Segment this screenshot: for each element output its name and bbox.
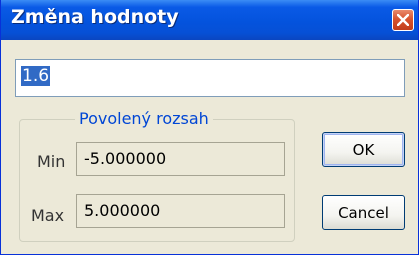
max-value-field: 5.000000 [76,194,285,228]
dialog-title: Změna hodnoty [11,6,179,28]
allowed-range-legend: Povolený rozsah [75,109,213,128]
allowed-range-group: Povolený rozsah Min -5.000000 Max 5.0000… [19,109,295,242]
ok-button[interactable]: OK [322,132,405,167]
min-value-field: -5.000000 [76,142,285,176]
close-icon [397,14,409,26]
value-selected-text: 1.6 [21,66,51,86]
dialog-window: Změna hodnoty 1.6 Povolený rozsah Min -5… [0,0,419,255]
close-button[interactable] [392,9,414,31]
min-label: Min [37,152,66,171]
value-input[interactable]: 1.6 [15,59,405,97]
max-label: Max [31,206,65,225]
min-value: -5.000000 [84,149,167,168]
max-value: 5.000000 [84,201,161,220]
title-bar[interactable]: Změna hodnoty [1,0,418,40]
cancel-button[interactable]: Cancel [322,195,405,230]
